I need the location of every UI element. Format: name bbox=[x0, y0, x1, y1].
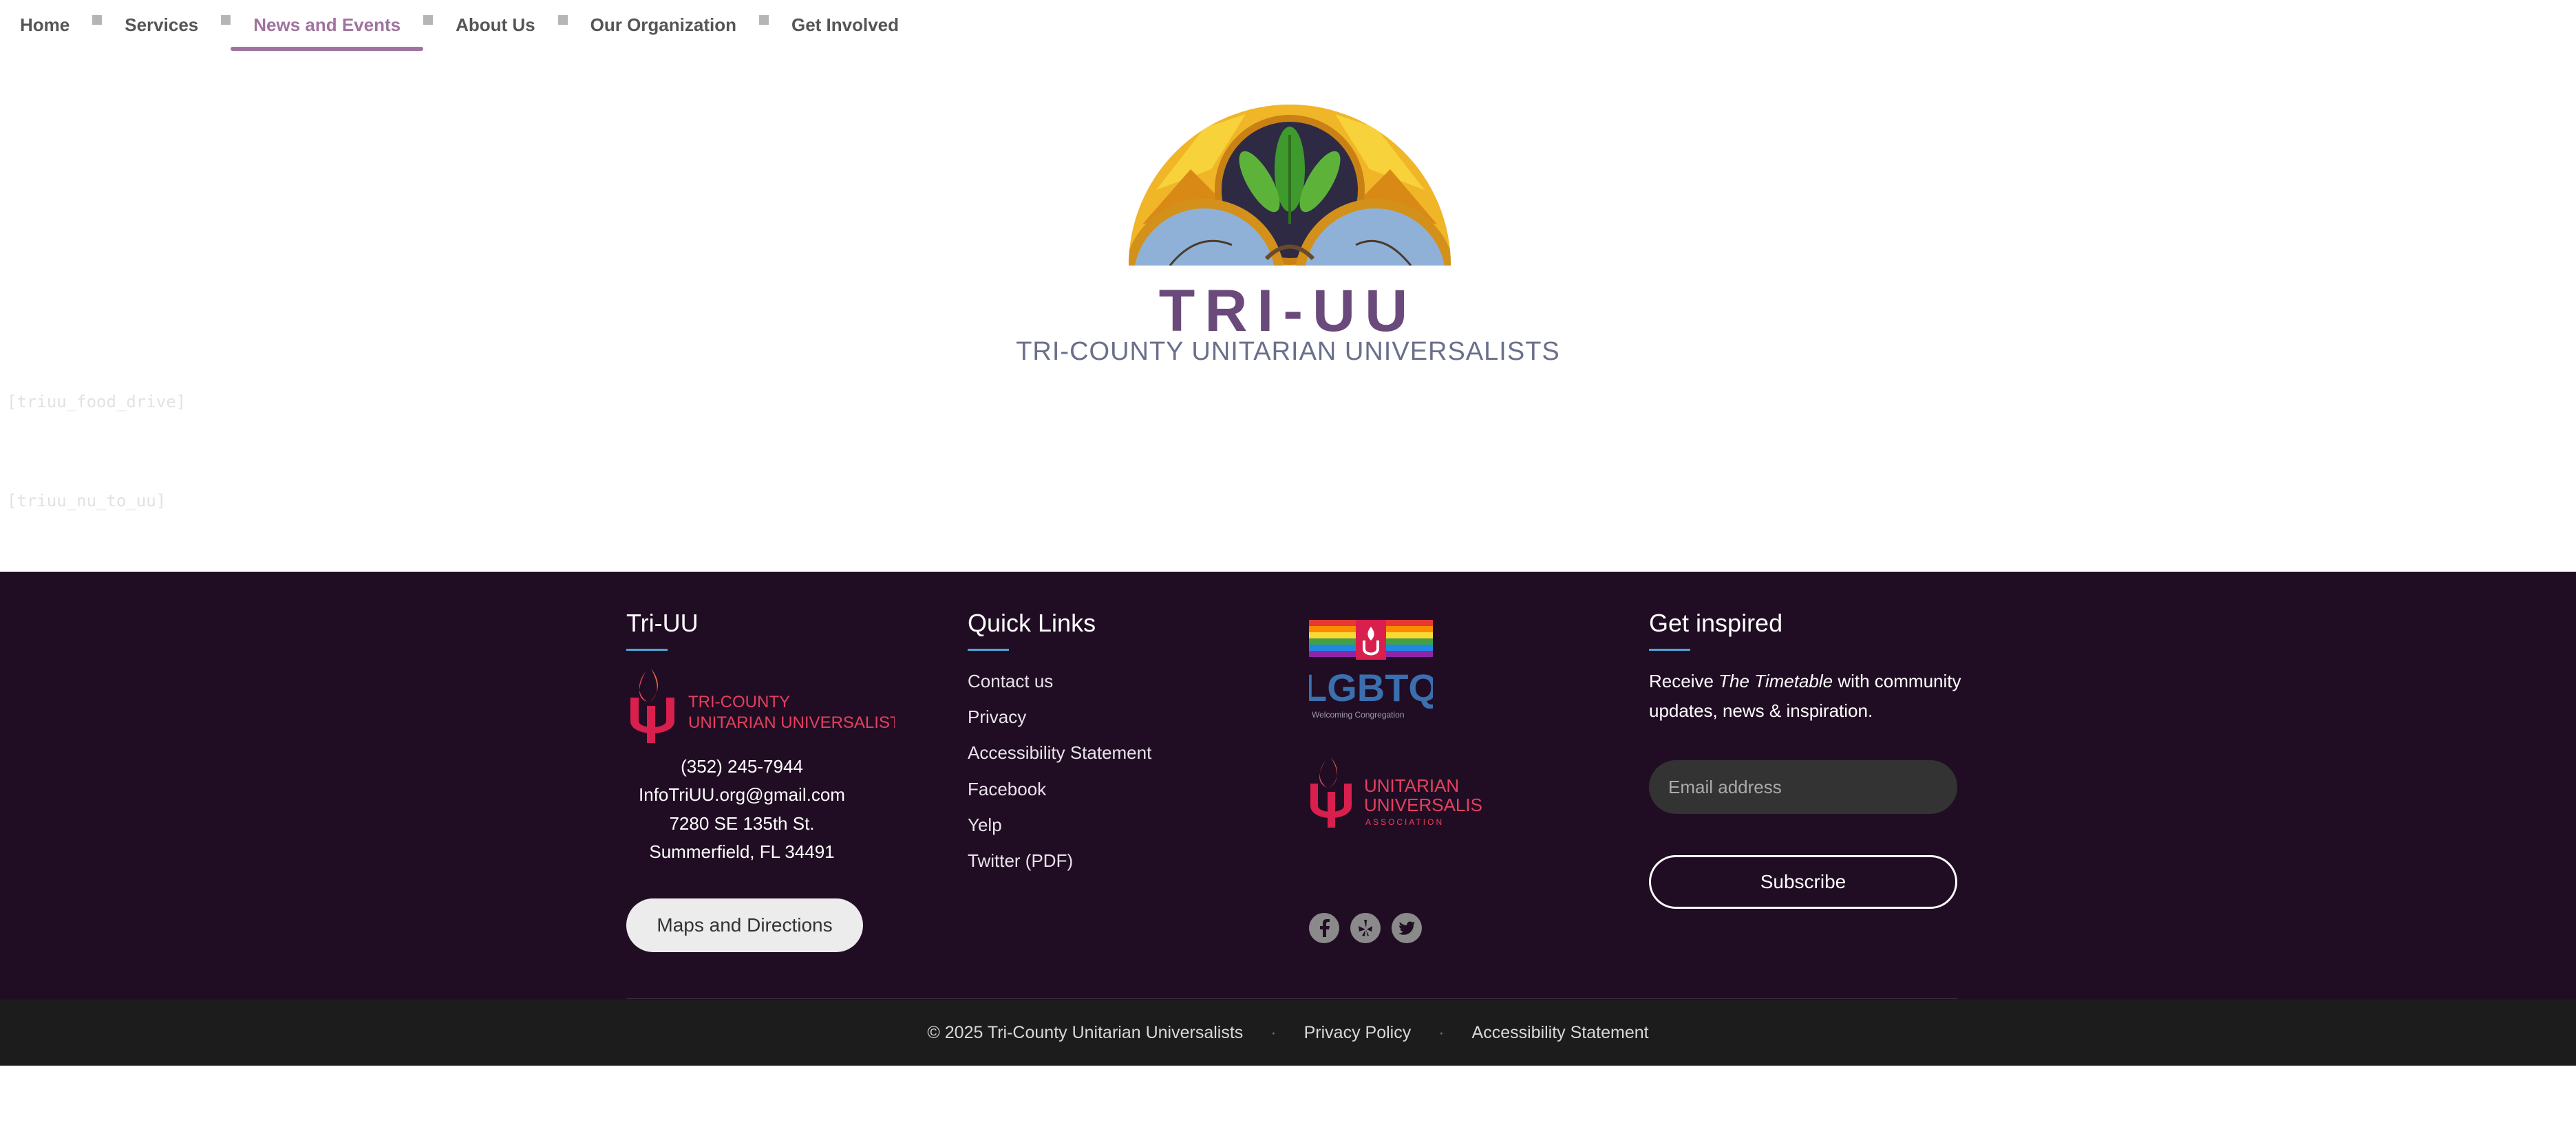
yelp-icon[interactable] bbox=[1350, 913, 1381, 943]
phone-number[interactable]: (352) 245-7944 bbox=[626, 756, 858, 777]
bottom-separator: · bbox=[1438, 1022, 1445, 1042]
subscribe-button[interactable]: Subscribe bbox=[1649, 855, 1957, 909]
nav-separator bbox=[557, 15, 568, 25]
newsletter-email-input[interactable] bbox=[1649, 760, 1957, 814]
site-footer: Tri-UU TRI-COUNTY UNITARIAN UNIVERSALIST… bbox=[0, 572, 2576, 1000]
nav-services[interactable]: Services bbox=[125, 0, 198, 51]
shortcode-nu-to-uu: [triuu_nu_to_uu] bbox=[7, 491, 167, 510]
triuu-logo[interactable]: TRI-COUNTY UNITARIAN UNIVERSALISTS bbox=[626, 666, 895, 746]
lgbtq-text: LGBTQ bbox=[1309, 666, 1433, 709]
title-underline bbox=[1649, 649, 1690, 651]
lgbtq-welcoming-badge[interactable]: LGBTQ Welcoming Congregation bbox=[1309, 620, 1433, 720]
stained-glass-logo[interactable] bbox=[1129, 87, 1451, 266]
nav-separator bbox=[423, 15, 434, 25]
site-subtitle: TRI-COUNTY UNITARIAN UNIVERSALISTS bbox=[1016, 337, 1560, 366]
logo-text-line2: UNITARIAN UNIVERSALISTS bbox=[688, 713, 895, 732]
twitter-icon[interactable] bbox=[1392, 913, 1422, 943]
uua-logo[interactable]: UNITARIAN UNIVERSALIST ASSOCIATION bbox=[1309, 756, 1482, 830]
uua-line3: ASSOCIATION bbox=[1365, 817, 1444, 827]
link-yelp[interactable]: Yelp bbox=[968, 815, 1002, 836]
nav-news-and-events[interactable]: News and Events bbox=[231, 0, 423, 51]
bottom-bar: © 2025 Tri-County Unitarian Universalist… bbox=[0, 1000, 2576, 1066]
logo-text-line1: TRI-COUNTY bbox=[688, 693, 790, 711]
street-address: 7280 SE 135th St. bbox=[669, 813, 815, 834]
nav-home[interactable]: Home bbox=[20, 0, 70, 51]
footer-divider bbox=[626, 998, 1958, 999]
shortcode-food-drive: [triuu_food_drive] bbox=[7, 392, 187, 411]
link-privacy[interactable]: Privacy bbox=[968, 707, 1026, 728]
main-nav: Home Services News and Events About Us O… bbox=[0, 0, 964, 51]
nav-get-involved[interactable]: Get Involved bbox=[791, 0, 899, 51]
link-contact-us[interactable]: Contact us bbox=[968, 671, 1053, 692]
nav-our-organization[interactable]: Our Organization bbox=[590, 0, 736, 51]
accessibility-statement-link[interactable]: Accessibility Statement bbox=[1472, 1023, 1649, 1043]
lgbtq-caption: Welcoming Congregation bbox=[1312, 710, 1405, 720]
email-address[interactable]: InfoTriUU.org@gmail.com bbox=[626, 784, 858, 806]
bottom-separator: · bbox=[1270, 1022, 1277, 1042]
nav-separator bbox=[221, 15, 231, 25]
newsletter-description: Receive The Timetable with community upd… bbox=[1649, 671, 1961, 721]
maps-and-directions-button[interactable]: Maps and Directions bbox=[626, 898, 863, 952]
nav-separator bbox=[92, 15, 103, 25]
link-twitter-pdf[interactable]: Twitter (PDF) bbox=[968, 850, 1073, 872]
social-links bbox=[1309, 913, 1422, 943]
nav-about-us[interactable]: About Us bbox=[456, 0, 535, 51]
uua-line2: UNIVERSALIST bbox=[1364, 795, 1482, 815]
link-accessibility-statement[interactable]: Accessibility Statement bbox=[968, 742, 1151, 764]
facebook-icon[interactable] bbox=[1309, 913, 1339, 943]
newsletter-title: Get inspired bbox=[1649, 609, 1783, 637]
privacy-policy-link[interactable]: Privacy Policy bbox=[1304, 1023, 1412, 1043]
title-underline bbox=[968, 649, 1009, 651]
title-underline bbox=[626, 649, 668, 651]
uua-line1: UNITARIAN bbox=[1364, 775, 1459, 796]
quick-links-title: Quick Links bbox=[968, 609, 1096, 637]
footer-about-title: Tri-UU bbox=[626, 609, 699, 637]
city-address: Summerfield, FL 34491 bbox=[649, 841, 835, 862]
copyright-text: © 2025 Tri-County Unitarian Universalist… bbox=[927, 1022, 1244, 1042]
link-facebook[interactable]: Facebook bbox=[968, 779, 1046, 800]
nav-separator bbox=[758, 15, 769, 25]
